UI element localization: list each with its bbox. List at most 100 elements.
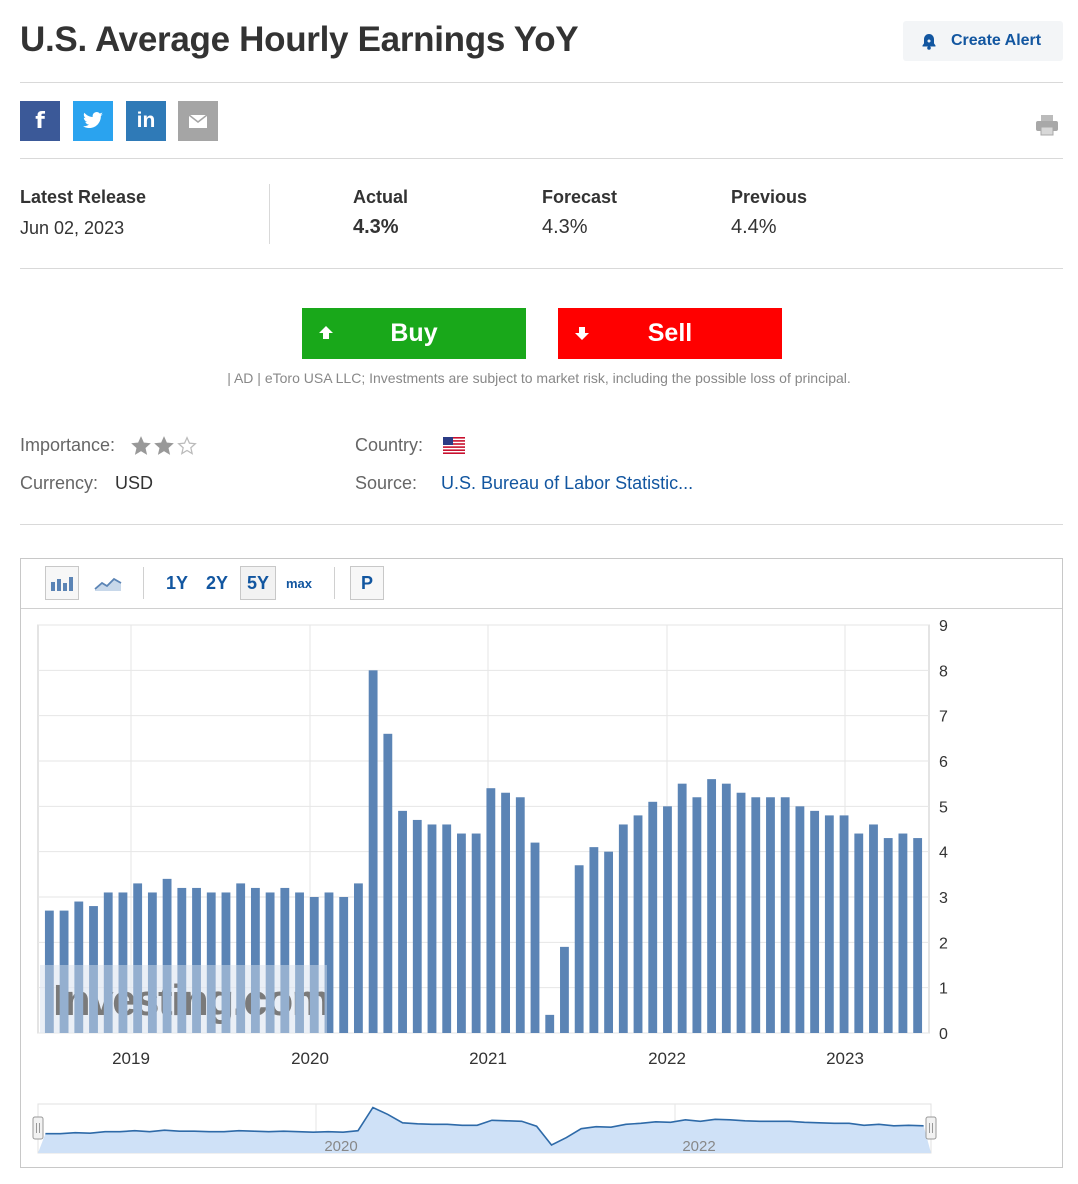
y-tick-label: 4 (939, 845, 948, 862)
bar (457, 833, 466, 1033)
bar (663, 806, 672, 1033)
y-tick-label: 6 (939, 754, 948, 771)
bar (501, 792, 510, 1033)
arrow-up-icon (319, 326, 333, 339)
currency-label: Currency: (20, 473, 99, 493)
bar (353, 883, 363, 1033)
twitter-share-button[interactable] (73, 101, 113, 141)
bar (913, 838, 923, 1033)
bar (442, 824, 452, 1033)
printer-icon (1036, 115, 1058, 136)
linkedin-icon: in (136, 109, 156, 132)
bar (383, 733, 393, 1033)
source-label: Source: (355, 473, 418, 493)
bar (633, 815, 643, 1033)
bar (883, 838, 893, 1033)
star-empty-icon (177, 436, 197, 455)
bar (368, 670, 378, 1033)
y-tick-label: 8 (939, 663, 948, 680)
latest-release-label: Latest Release (20, 187, 147, 207)
print-button[interactable] (1035, 114, 1059, 141)
bar (780, 797, 790, 1033)
bar (589, 847, 599, 1033)
bar (707, 779, 717, 1033)
linkedin-share-button[interactable]: in (126, 101, 166, 141)
facebook-share-button[interactable]: f (20, 101, 60, 141)
importance-stars (131, 436, 197, 456)
x-tick-label: 2022 (648, 1049, 686, 1068)
divider (20, 524, 1063, 525)
bar (677, 783, 687, 1033)
chart-panel: 1Y 2Y 5Y max P Investing.com 01234567892… (20, 558, 1063, 1168)
y-tick-label: 5 (939, 799, 948, 816)
facebook-icon: f (35, 108, 45, 134)
create-alert-button[interactable]: Create Alert (903, 21, 1063, 61)
bar (810, 810, 820, 1033)
bar (339, 897, 349, 1033)
divider (20, 268, 1063, 269)
y-tick-label: 9 (939, 618, 948, 635)
bar (766, 797, 775, 1033)
y-tick-label: 7 (939, 709, 948, 726)
bar (545, 1014, 555, 1033)
actual-value: 4.3% (353, 216, 399, 238)
sell-label: Sell (647, 319, 693, 347)
buy-button[interactable]: Buy (302, 308, 526, 359)
nav-handle[interactable] (32, 1116, 44, 1140)
bar (648, 801, 658, 1033)
nav-handle[interactable] (925, 1116, 937, 1140)
ad-disclaimer: | AD | eToro USA LLC; Investments are su… (227, 370, 851, 386)
x-tick-label: 2021 (469, 1049, 507, 1068)
nav-label: 2020 (324, 1138, 357, 1155)
star-filled-icon (131, 436, 151, 455)
bar (869, 824, 878, 1033)
bar (736, 792, 746, 1033)
bar (721, 783, 731, 1033)
bell-icon (922, 33, 936, 50)
bar (398, 810, 407, 1033)
y-tick-label: 2 (939, 935, 948, 952)
previous-value: 4.4% (731, 216, 777, 238)
forecast-label: Forecast (542, 187, 618, 207)
page-title: U.S. Average Hourly Earnings YoY (20, 20, 579, 59)
bar (692, 797, 702, 1033)
email-share-button[interactable] (178, 101, 218, 141)
bar (618, 824, 628, 1033)
twitter-icon (83, 112, 103, 129)
bar (486, 788, 496, 1033)
bar (854, 833, 864, 1033)
x-tick-label: 2020 (291, 1049, 329, 1068)
sell-button[interactable]: Sell (558, 308, 782, 359)
bar (824, 815, 834, 1033)
divider (20, 82, 1063, 83)
bar (604, 851, 614, 1033)
nav-label: 2022 (682, 1138, 715, 1155)
star-filled-icon (154, 436, 174, 455)
bar (795, 806, 805, 1033)
bar-chart: Investing.com 01234567892019 2020 2021 2022… (32, 618, 948, 1155)
x-tick-label: 2023 (826, 1049, 864, 1068)
us-flag-icon (443, 437, 465, 459)
bar (412, 819, 422, 1033)
bar (560, 946, 569, 1033)
bar (751, 797, 761, 1033)
source-link[interactable]: U.S. Bureau of Labor Statistic... (441, 473, 693, 494)
bar (427, 824, 437, 1033)
buy-label: Buy (390, 319, 438, 347)
bar (839, 815, 849, 1033)
x-tick-label: 2019 (112, 1049, 150, 1068)
y-tick-label: 0 (939, 1026, 948, 1043)
bar (530, 842, 540, 1033)
arrow-down-icon (575, 327, 589, 340)
currency-value: USD (115, 473, 154, 493)
y-tick-label: 3 (939, 890, 948, 907)
divider (20, 158, 1063, 159)
previous-label: Previous (731, 187, 808, 207)
bar (898, 833, 908, 1033)
bar (574, 865, 584, 1033)
divider (269, 184, 270, 244)
watermark-overlay (40, 965, 327, 1033)
bar (515, 797, 525, 1033)
create-alert-label: Create Alert (951, 32, 1042, 49)
importance-label: Importance: (20, 435, 116, 455)
